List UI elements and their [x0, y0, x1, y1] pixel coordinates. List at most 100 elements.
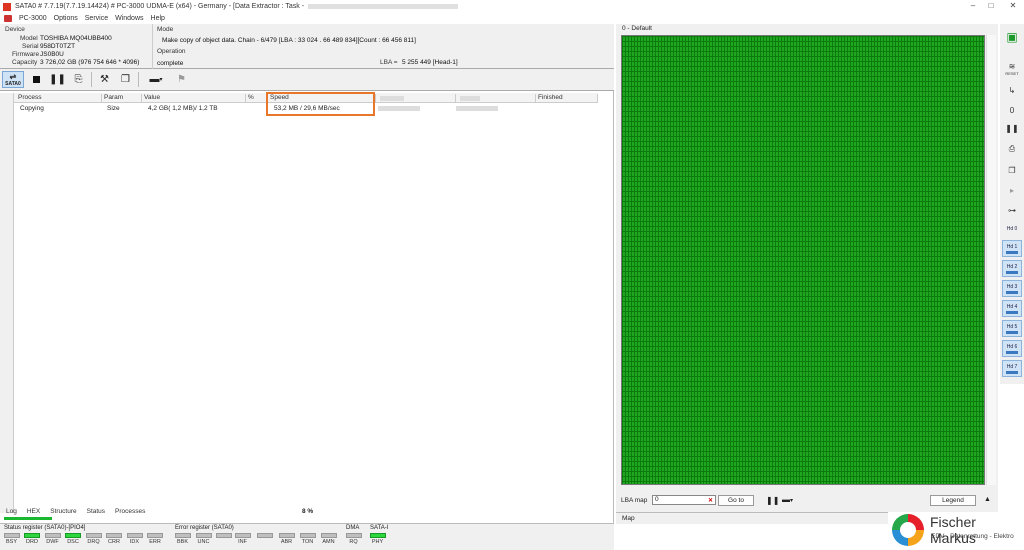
- zero-button[interactable]: 0: [1002, 102, 1022, 119]
- forward-button[interactable]: ▸: [1002, 182, 1022, 199]
- watermark-subtitle: EDV - Datenrettung - Elektro: [931, 533, 1014, 540]
- status-bsy-indicator: BSY: [2, 533, 21, 545]
- status-bit-label: DSC: [67, 539, 79, 545]
- head-2-button[interactable]: Hd 2: [1002, 260, 1022, 277]
- status-dwf-indicator: DWF: [43, 533, 62, 545]
- app-icon: [3, 2, 11, 11]
- drive-power-button[interactable]: ▣: [1002, 28, 1022, 45]
- register-status-bar: Status register (SATA0)-[PIO4] BSY DRD DWF…: [0, 523, 614, 550]
- info-divider: [152, 24, 153, 69]
- cell-value: 4,2 GB( 1,2 MB)/ 1,2 TB: [148, 105, 218, 112]
- error-bit-label: UNC: [197, 539, 210, 545]
- col-redacted-2[interactable]: [456, 94, 536, 103]
- tab-log[interactable]: Log: [6, 508, 17, 516]
- head-label: Hd 2: [1006, 263, 1018, 270]
- error-bit-label: INF: [238, 539, 247, 545]
- head-icon: [1006, 270, 1018, 274]
- device-info-box: Device Model TOSHIBA MQ04UBB400 Serial 9…: [0, 24, 614, 69]
- tools-button[interactable]: ⚒: [96, 71, 113, 88]
- head-icon: [1006, 290, 1018, 294]
- legend-button[interactable]: Legend: [930, 495, 976, 506]
- sata0-label: SATA0: [5, 80, 21, 87]
- export-button[interactable]: ⎘: [70, 71, 87, 88]
- chevron-down-icon: ▾: [159, 77, 163, 83]
- menu-options[interactable]: Options: [54, 15, 78, 22]
- serial-value: 958DT0TZT: [40, 43, 76, 50]
- head-0-button[interactable]: Hd 0: [1002, 220, 1022, 237]
- map-view-dropdown[interactable]: ▬▾: [782, 495, 793, 504]
- menu-help[interactable]: Help: [151, 15, 165, 22]
- status-bit-label: DRQ: [87, 539, 100, 545]
- close-button[interactable]: ✕: [1006, 1, 1020, 11]
- menu-service[interactable]: Service: [85, 15, 108, 22]
- runner-button[interactable]: ⚑: [173, 71, 190, 88]
- status-drd-indicator: DRD: [23, 533, 42, 545]
- goto-button[interactable]: Go to: [718, 495, 754, 506]
- stop-icon: [33, 76, 40, 83]
- col-process[interactable]: Process: [16, 94, 102, 103]
- sata0-port-button[interactable]: ⇌ SATA0: [2, 71, 24, 88]
- drive-icon: ▣: [1006, 29, 1018, 44]
- redacted-cell: [456, 106, 498, 111]
- col-redacted-1[interactable]: [376, 94, 456, 103]
- view-dropdown-button[interactable]: ▬ ▾: [143, 71, 169, 88]
- operation-status: complete: [157, 60, 184, 67]
- maximize-button[interactable]: □: [984, 1, 998, 11]
- reset-button[interactable]: ≋ RESET: [1002, 60, 1022, 77]
- head-icon: [1006, 250, 1018, 254]
- col-percent[interactable]: %: [246, 94, 268, 103]
- dma-title: DMA: [346, 525, 360, 531]
- status-bit-label: DWF: [46, 539, 59, 545]
- tab-structure[interactable]: Structure: [50, 508, 76, 516]
- tab-processes[interactable]: Processes: [115, 508, 145, 516]
- model-label: Model: [20, 35, 38, 42]
- minimize-button[interactable]: –: [966, 1, 980, 11]
- tab-hex[interactable]: HEX: [27, 508, 40, 516]
- col-param[interactable]: Param: [102, 94, 142, 103]
- head-1-button[interactable]: Hd 1: [1002, 240, 1022, 257]
- sata-i-title: SATA-I: [370, 525, 389, 531]
- lba-map-input[interactable]: 0: [652, 495, 716, 505]
- tab-map[interactable]: Map: [622, 515, 635, 522]
- map-scrollbar[interactable]: [986, 35, 996, 485]
- printer-button[interactable]: ⎙: [1002, 140, 1022, 157]
- copy-button[interactable]: ❐: [117, 71, 134, 88]
- status-bit-label: IDX: [129, 539, 140, 545]
- head-3-button[interactable]: Hd 3: [1002, 280, 1022, 297]
- connector-icon: ⊶: [1008, 206, 1016, 215]
- head-6-button[interactable]: Hd 6: [1002, 340, 1022, 357]
- col-finished[interactable]: Finished: [536, 94, 598, 103]
- stop-button[interactable]: [28, 71, 45, 88]
- firmware-label: Firmware: [12, 51, 40, 58]
- connector-button[interactable]: ⊶: [1002, 202, 1022, 219]
- pause-side-button[interactable]: ❚❚: [1002, 120, 1022, 137]
- power-cycle-button[interactable]: ↳: [1002, 82, 1022, 99]
- menu-windows[interactable]: Windows: [115, 15, 143, 22]
- error-bit-label: BBK: [176, 539, 188, 545]
- pause-map-button[interactable]: ❚❚: [766, 496, 779, 505]
- redacted-header: [380, 96, 404, 101]
- right-toolbar: ▣ ≋ RESET ↳ 0 ❚❚ ⎙ ❐ ▸ ⊶ Hd 0 Hd 1 Hd 2 Hd 3…: [1000, 24, 1024, 384]
- head-7-button[interactable]: Hd 7: [1002, 360, 1022, 377]
- pc3000-menu-icon[interactable]: [4, 14, 12, 22]
- pause-icon: ❚❚: [49, 74, 66, 85]
- redacted-header: [460, 96, 480, 101]
- printer-icon: ⎙: [1008, 143, 1016, 153]
- error-amn-indicator: AMN: [319, 533, 338, 545]
- lba-map-grid[interactable]: [621, 35, 985, 485]
- pause-button[interactable]: ❚❚: [49, 71, 66, 88]
- error-led: [320, 533, 337, 538]
- head-4-button[interactable]: Hd 4: [1002, 300, 1022, 317]
- clear-icon[interactable]: ✕: [708, 497, 713, 504]
- col-value[interactable]: Value: [142, 94, 246, 103]
- reset-label: RESET: [1005, 70, 1019, 76]
- monitor-icon: ▬: [782, 495, 790, 504]
- menu-pc3000[interactable]: PC-3000: [19, 15, 47, 22]
- capacity-label: Capacity: [12, 59, 38, 66]
- chevron-up-icon[interactable]: ▲: [984, 496, 991, 503]
- window-title: SATA0 # 7.7.19(7.7.19.14424) # PC-3000 U…: [15, 3, 305, 10]
- head-5-button[interactable]: Hd 5: [1002, 320, 1022, 337]
- tab-status[interactable]: Status: [87, 508, 105, 516]
- copy-side-button[interactable]: ❐: [1002, 162, 1022, 179]
- monitor-icon: ▬: [149, 74, 160, 85]
